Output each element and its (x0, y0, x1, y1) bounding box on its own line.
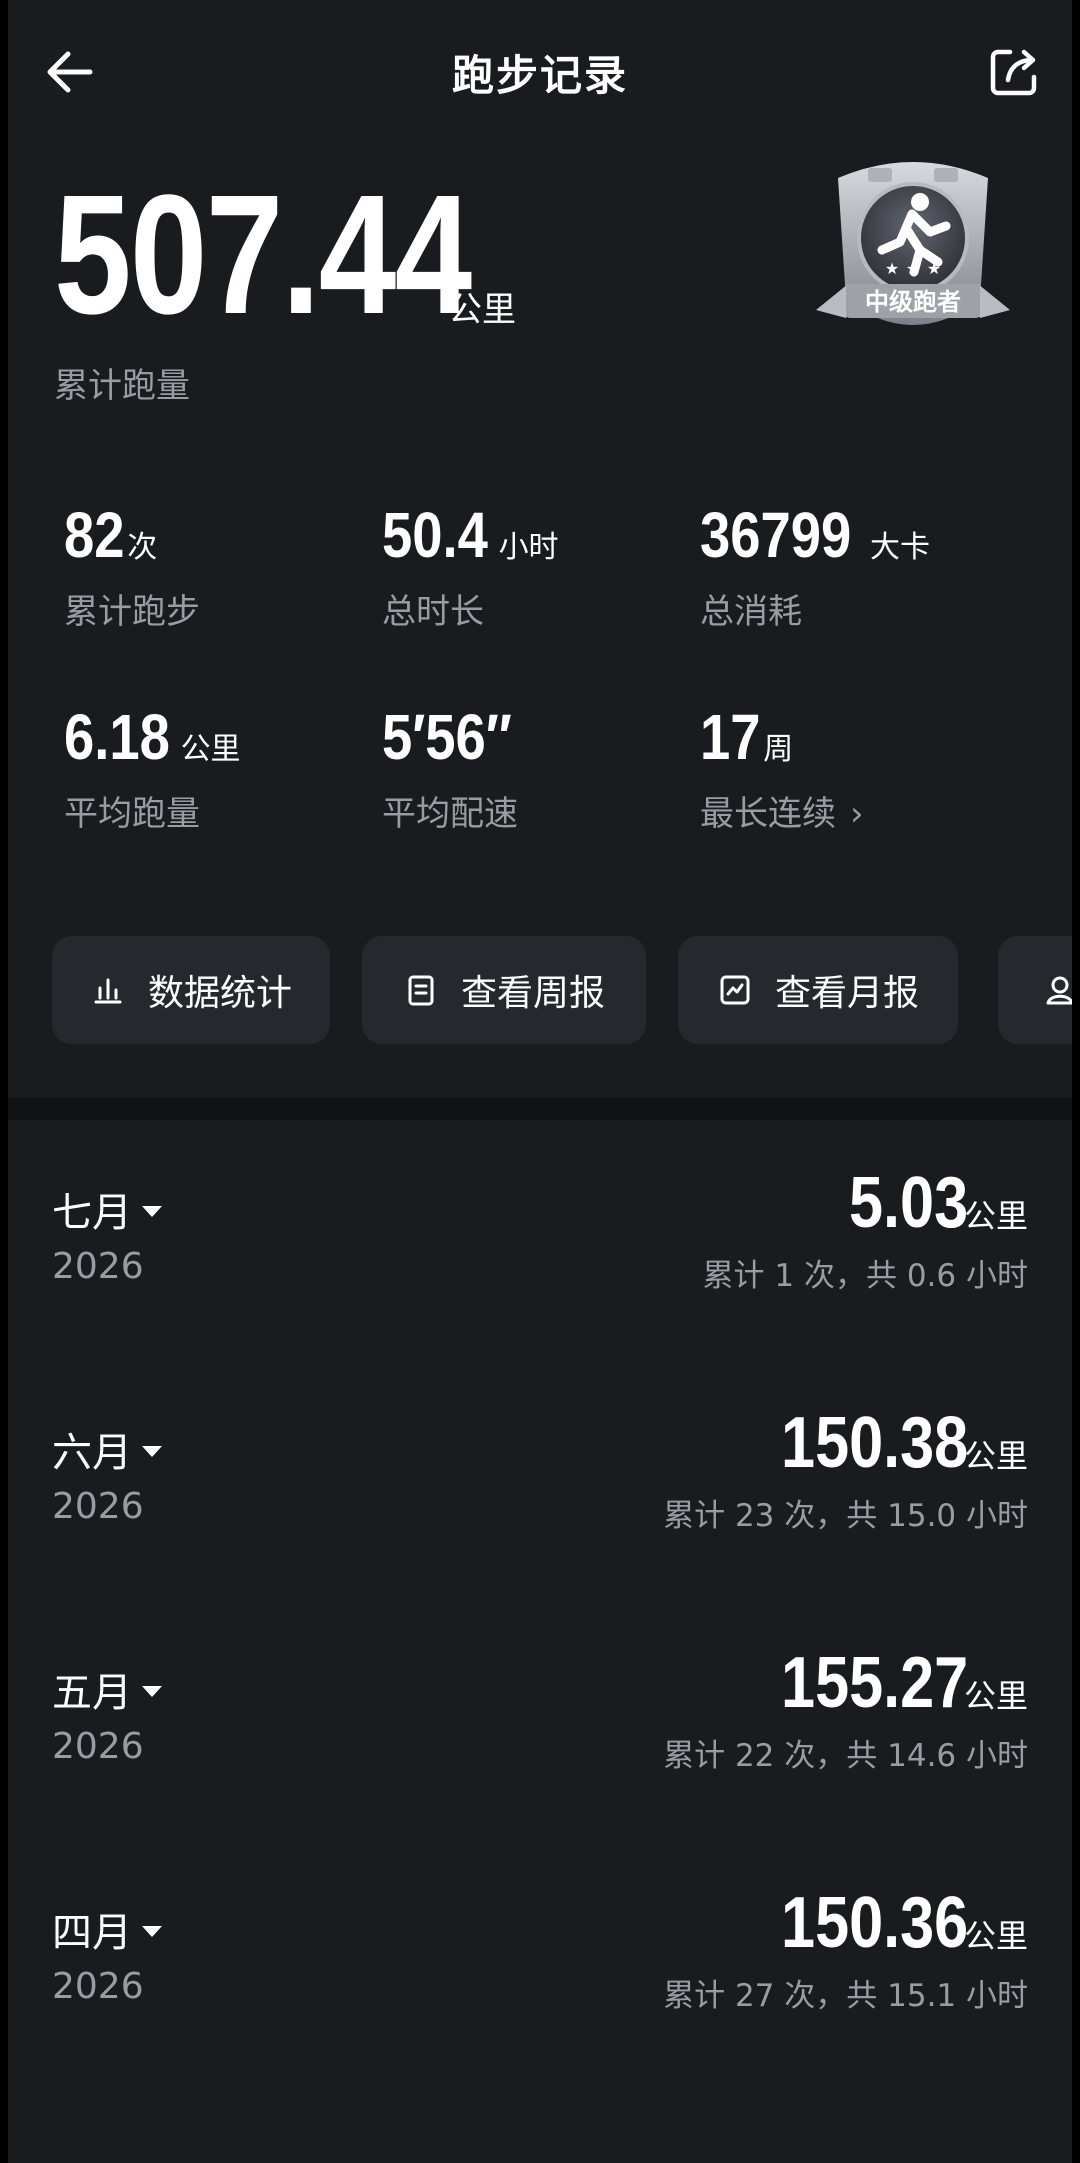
stat-unit: 次 (127, 530, 158, 565)
svg-text:★: ★ (906, 259, 920, 278)
month-row[interactable]: 六月 2026 150.38公里 累计 23 次，共 15.0 小时 (8, 1403, 1072, 1620)
stat-total-duration: 50.4 小时 总时长 (382, 500, 702, 633)
month-year: 2026 (52, 1966, 144, 2007)
month-name: 六月 (52, 1430, 132, 1476)
total-distance-label: 累计跑量 (54, 366, 190, 406)
month-name: 五月 (52, 1670, 132, 1716)
month-distance-unit: 公里 (963, 1197, 1028, 1235)
stat-label: 总消耗 (700, 592, 802, 632)
month-distance: 5.03 (848, 1163, 968, 1243)
month-year: 2026 (52, 1486, 144, 1527)
action-label: 数据统计 (147, 973, 292, 1014)
caret-down-icon (142, 1925, 162, 1937)
page-title: 跑步记录 (451, 51, 628, 100)
month-name: 四月 (52, 1910, 132, 1956)
total-distance-unit: 公里 (448, 290, 516, 330)
month-row[interactable]: 四月 2026 150.36公里 累计 27 次，共 15.1 小时 (8, 1883, 1072, 2100)
month-row[interactable]: 七月 2026 5.03公里 累计 1 次，共 0.6 小时 (8, 1163, 1072, 1380)
stat-unit: 大卡 (869, 530, 930, 565)
stat-value: 5′56″ (382, 701, 512, 773)
svg-text:★: ★ (885, 259, 899, 278)
caret-down-icon (142, 1445, 162, 1457)
stat-value: 36799 (700, 499, 852, 571)
caret-down-icon (142, 1685, 162, 1697)
stat-avg-pace: 5′56″ 平均配速 (382, 702, 702, 835)
weekly-report-icon (408, 975, 434, 1006)
month-row[interactable]: 五月 2026 155.27公里 累计 22 次，共 14.6 小时 (8, 1643, 1072, 1860)
weekly-report-button[interactable]: 查看周报 (362, 936, 646, 1044)
stat-value: 17 (700, 701, 761, 773)
badge-label: 中级跑者 (865, 288, 961, 316)
stat-unit: 周 (763, 732, 794, 767)
runner-level-badge[interactable]: ★ ★ ★ 中级跑者 (808, 150, 1018, 360)
more-action-button[interactable] (998, 936, 1072, 1044)
bar-chart-icon (94, 978, 122, 1004)
month-distance-unit: 公里 (963, 1917, 1028, 1955)
profile-icon (1046, 976, 1072, 1005)
month-distance-unit: 公里 (963, 1677, 1028, 1715)
monthly-report-button[interactable]: 查看月报 (678, 936, 958, 1044)
stat-label: 总时长 (382, 592, 484, 632)
stat-label: 最长连续 (700, 794, 836, 834)
running-records-screen: 跑步记录 507.44 公里 累计跑量 ★ ★ ★ 中级跑者 82次 累计跑步 … (8, 0, 1072, 2163)
monthly-report-icon (720, 975, 750, 1005)
month-distance: 155.27 (780, 1643, 968, 1723)
stat-value: 6.18 (64, 701, 170, 773)
caret-down-icon (142, 1205, 162, 1217)
share-icon[interactable] (986, 44, 1042, 100)
stat-unit: 公里 (180, 732, 241, 767)
section-divider (8, 1098, 1072, 1120)
stat-total-calories: 36799 大卡 总消耗 (700, 500, 1020, 633)
month-year: 2026 (52, 1726, 144, 1767)
data-statistics-button[interactable]: 数据统计 (52, 936, 330, 1044)
action-label: 查看月报 (774, 973, 919, 1014)
month-summary: 累计 23 次，共 15.0 小时 (663, 1498, 1028, 1534)
month-summary: 累计 1 次，共 0.6 小时 (702, 1258, 1028, 1294)
stat-value: 82 (64, 499, 125, 571)
month-distance: 150.36 (780, 1883, 968, 1963)
month-summary: 累计 22 次，共 14.6 小时 (663, 1738, 1028, 1774)
total-distance-value: 507.44 (54, 160, 472, 350)
month-name: 七月 (52, 1190, 132, 1236)
month-summary: 累计 27 次，共 15.1 小时 (663, 1978, 1028, 2014)
stat-value: 50.4 (382, 499, 488, 571)
stat-run-count: 82次 累计跑步 (64, 500, 384, 633)
app-header: 跑步记录 (8, 0, 1072, 145)
stat-label: 累计跑步 (64, 592, 200, 632)
month-year: 2026 (52, 1246, 144, 1287)
stat-unit: 小时 (498, 530, 559, 565)
stat-label: 平均跑量 (64, 794, 200, 834)
stat-longest-streak[interactable]: 17周 最长连续 › (700, 702, 1020, 835)
month-distance-unit: 公里 (963, 1437, 1028, 1475)
svg-text:★: ★ (927, 259, 941, 278)
chevron-right-icon: › (850, 794, 864, 834)
month-distance: 150.38 (780, 1403, 968, 1483)
stat-avg-distance: 6.18 公里 平均跑量 (64, 702, 384, 835)
stat-label: 平均配速 (382, 794, 518, 834)
action-label: 查看周报 (460, 973, 605, 1014)
quick-actions-row: 数据统计 查看周报 查看月报 (52, 936, 1072, 1044)
